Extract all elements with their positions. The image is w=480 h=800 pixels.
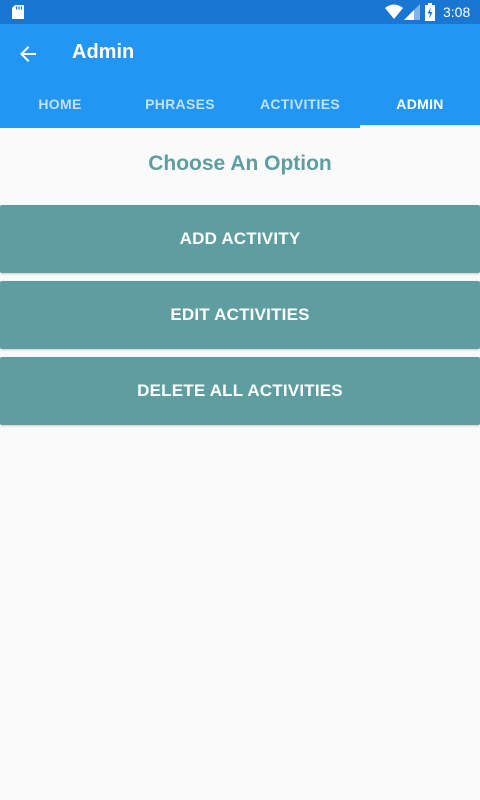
section-heading: Choose An Option bbox=[148, 152, 332, 175]
tab-admin[interactable]: ADMIN bbox=[360, 80, 480, 128]
tab-label: HOME bbox=[38, 96, 82, 112]
page-title: Admin bbox=[72, 41, 135, 63]
tab-phrases[interactable]: PHRASES bbox=[120, 80, 240, 128]
signal-icon bbox=[404, 4, 420, 20]
tab-indicator bbox=[360, 125, 480, 128]
delete-all-activities-button[interactable]: DELETE ALL ACTIVITIES bbox=[0, 357, 480, 425]
tab-label: ACTIVITIES bbox=[259, 96, 340, 112]
tab-activities[interactable]: ACTIVITIES bbox=[240, 80, 360, 128]
wifi-icon bbox=[385, 4, 403, 19]
app-bar: Admin HOME PHRASES ACTIVITIES ADMIN bbox=[0, 24, 480, 128]
arrow-back-icon bbox=[20, 46, 36, 62]
status-time: 3:08 bbox=[443, 4, 471, 20]
tab-label: ADMIN bbox=[396, 96, 444, 112]
back-button[interactable] bbox=[8, 34, 48, 74]
edit-activities-button[interactable]: EDIT ACTIVITIES bbox=[0, 281, 480, 349]
status-bar: 3:08 bbox=[0, 0, 480, 24]
battery-icon bbox=[425, 3, 435, 21]
tab-bar: HOME PHRASES ACTIVITIES ADMIN bbox=[0, 80, 480, 128]
screen: 3:08 Admin HOME PHRASES ACTIVITIES ADMIN… bbox=[0, 0, 480, 800]
tab-home[interactable]: HOME bbox=[0, 80, 120, 128]
add-activity-button[interactable]: ADD ACTIVITY bbox=[0, 205, 480, 273]
tab-label: PHRASES bbox=[145, 96, 215, 112]
sd-card-icon bbox=[12, 5, 24, 19]
